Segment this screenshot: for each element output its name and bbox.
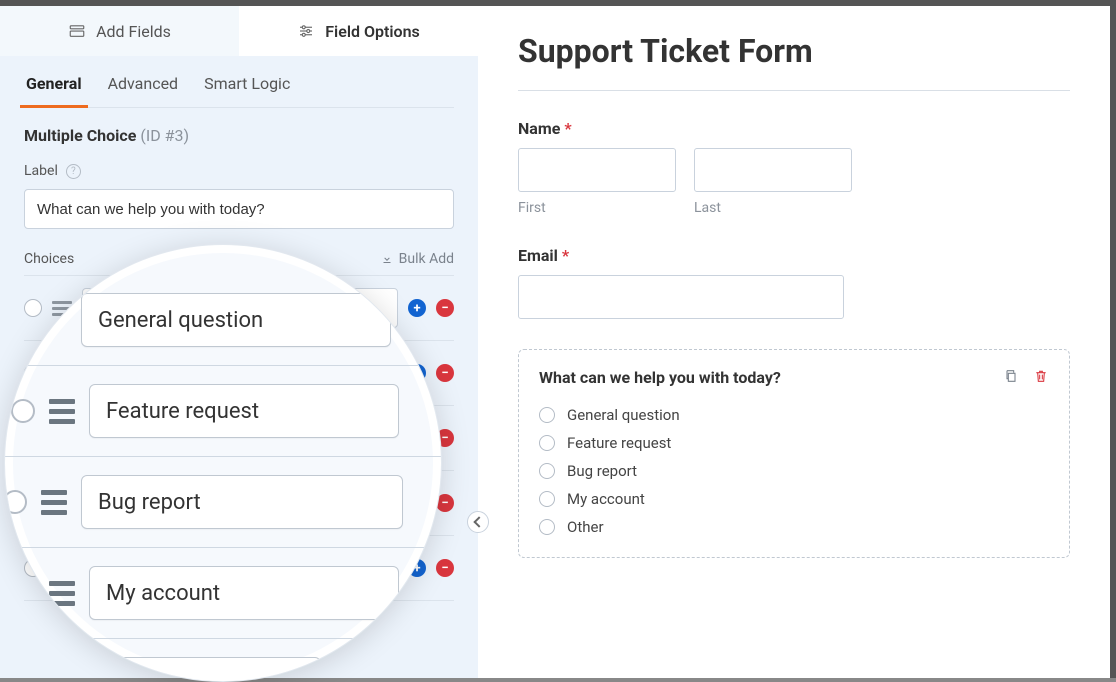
option-row[interactable]: Other (539, 513, 1049, 541)
drag-handle-icon (49, 581, 75, 606)
radio-icon (539, 435, 555, 451)
choices-caption: Choices (24, 251, 74, 267)
label-caption: Label (24, 163, 58, 179)
form-title: Support Ticket Form (518, 32, 1070, 70)
first-sublabel: First (518, 200, 676, 216)
last-name-input[interactable] (694, 148, 852, 192)
add-fields-icon (68, 22, 86, 40)
sub-tabs: General Advanced Smart Logic (24, 74, 454, 108)
preview-pane: Support Ticket Form Name * First Last Em… (478, 6, 1110, 678)
email-input[interactable] (518, 275, 844, 319)
option-row[interactable]: Feature request (539, 429, 1049, 457)
tab-field-options[interactable]: Field Options (239, 6, 478, 56)
field-options-icon (297, 22, 315, 40)
radio-icon (539, 519, 555, 535)
magnifier-overlay: General question Feature request Bug rep… (4, 244, 442, 682)
tab-add-fields-label: Add Fields (96, 22, 171, 41)
top-tabs: Add Fields Field Options (0, 6, 478, 56)
drag-handle-icon (49, 399, 75, 424)
option-row[interactable]: My account (539, 485, 1049, 513)
subtab-smart-logic[interactable]: Smart Logic (202, 74, 292, 107)
tab-add-fields[interactable]: Add Fields (0, 6, 239, 56)
selected-field-card[interactable]: What can we help you with today? General… (518, 349, 1070, 558)
option-row[interactable]: General question (539, 401, 1049, 429)
lens-choice: Feature request (89, 384, 399, 438)
radio-icon (539, 463, 555, 479)
lens-choice: My account (89, 566, 399, 620)
tab-field-options-label: Field Options (325, 22, 419, 41)
subtab-advanced[interactable]: Advanced (106, 74, 181, 107)
drag-handle-icon (41, 490, 67, 515)
email-label: Email * (518, 246, 1070, 265)
name-label: Name * (518, 119, 1070, 138)
radio-icon (11, 399, 35, 423)
download-icon (381, 253, 393, 265)
field-title: Multiple Choice (ID #3) (24, 126, 454, 145)
lens-choice: Bug report (81, 475, 403, 529)
subtab-general[interactable]: General (24, 74, 84, 107)
question-label: What can we help you with today? (539, 368, 781, 387)
radio-icon (539, 491, 555, 507)
lens-choice: Other (11, 657, 321, 682)
label-input[interactable] (24, 189, 454, 229)
duplicate-icon[interactable] (1003, 368, 1019, 384)
radio-icon (11, 581, 35, 605)
lens-choice: General question (81, 293, 391, 347)
help-icon[interactable]: ? (66, 164, 81, 179)
radio-icon (539, 407, 555, 423)
collapse-sidebar-button[interactable] (467, 511, 489, 533)
radio-icon (4, 490, 27, 514)
option-row[interactable]: Bug report (539, 457, 1049, 485)
bulk-add-button[interactable]: Bulk Add (381, 251, 454, 267)
first-name-input[interactable] (518, 148, 676, 192)
last-sublabel: Last (694, 200, 852, 216)
trash-icon[interactable] (1033, 368, 1049, 384)
